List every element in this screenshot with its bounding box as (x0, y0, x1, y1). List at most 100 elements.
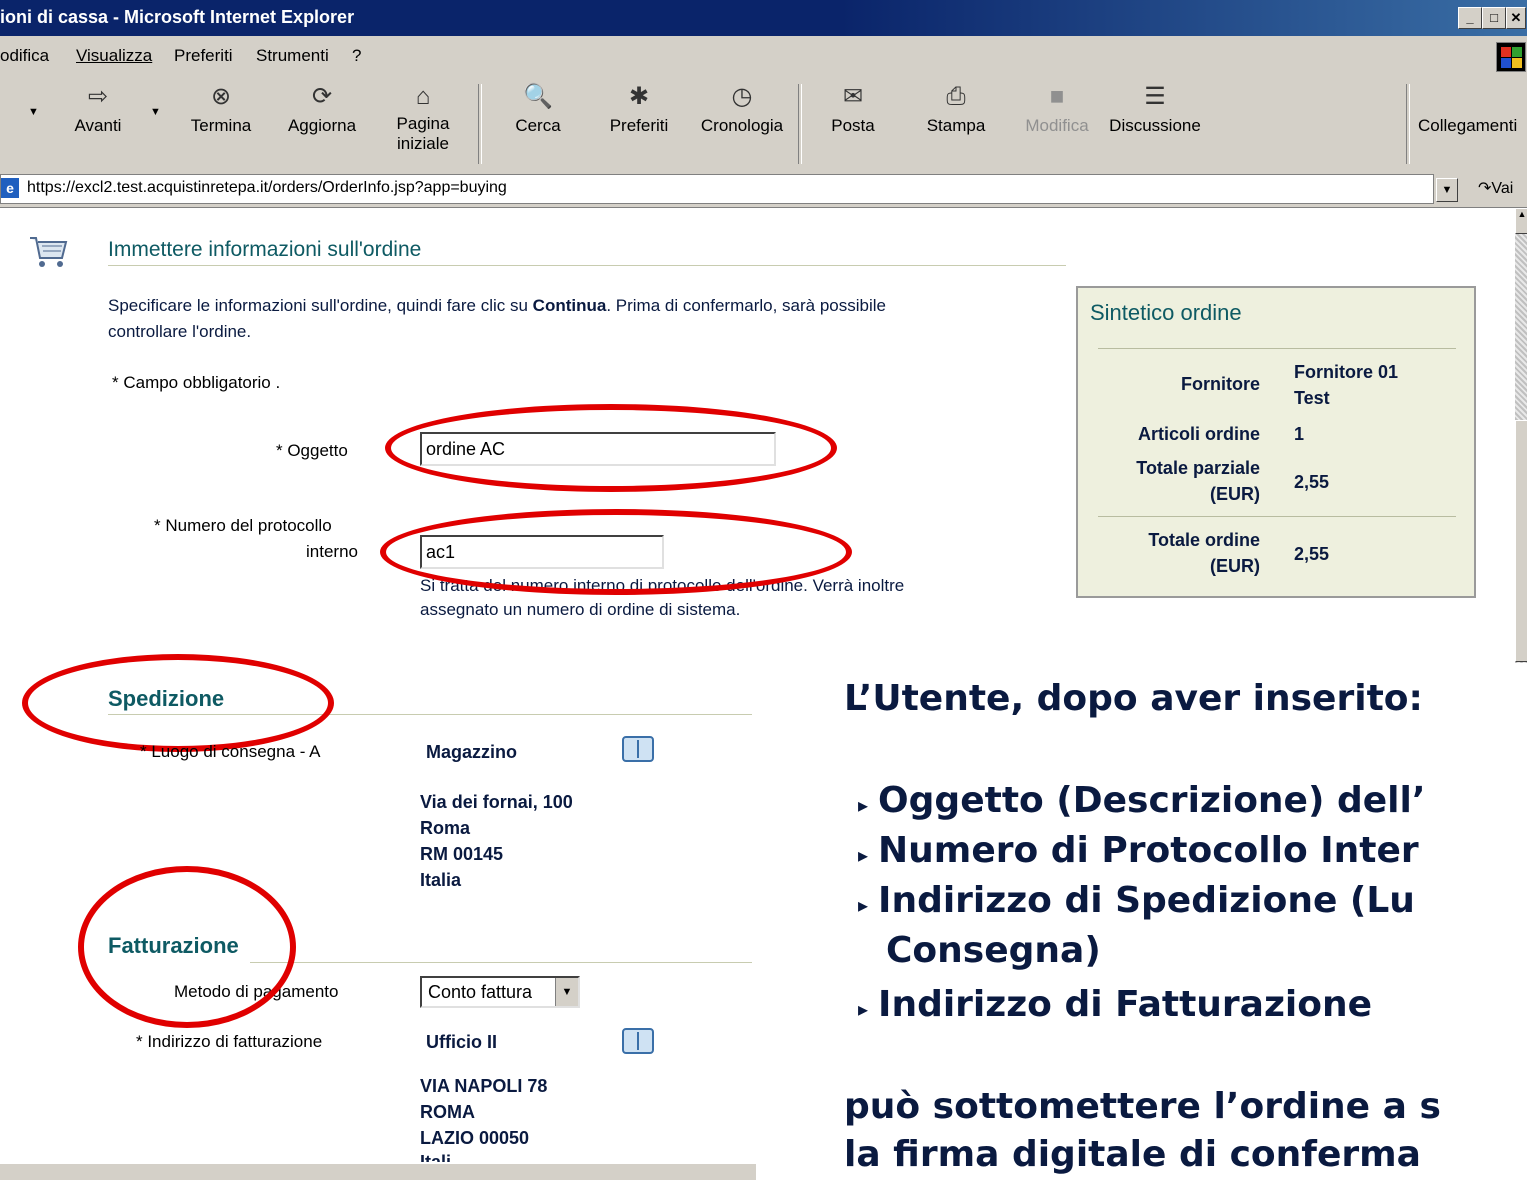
slide-outro-line1: può sottomettere l’ordine a s (844, 1086, 1441, 1127)
maximize-button[interactable]: □ (1482, 7, 1506, 29)
address-book-icon[interactable] (622, 1028, 654, 1054)
menu-modifica[interactable]: odifica (0, 46, 49, 66)
address-book-icon[interactable] (622, 736, 654, 762)
luogo-addr-line2: Roma (420, 818, 471, 838)
slide-bullet-4: ▸ Indirizzo di Fatturazione (858, 984, 1372, 1025)
fornitore-label: Fornitore (1181, 374, 1260, 394)
required-note: * Campo obbligatorio . (112, 373, 281, 392)
triangle-bullet-icon: ▸ (858, 893, 869, 917)
slide-outro-line2: la firma digitale di conferma (844, 1134, 1421, 1175)
address-input[interactable]: e https://excl2.test.acquistinretepa.it/… (0, 174, 1434, 204)
go-button[interactable]: ↷Vai (1478, 178, 1513, 198)
search-button[interactable]: 🔍 Cerca (508, 82, 568, 136)
luogo-addr-line4: Italia (420, 870, 462, 890)
forward-button[interactable]: ⇨ Avanti (68, 82, 128, 136)
menu-strumenti[interactable]: Strumenti (256, 46, 329, 66)
toolbar-separator (798, 84, 802, 164)
metodo-select[interactable]: Conto fattura ▼ (420, 976, 580, 1008)
search-icon: 🔍 (523, 83, 553, 110)
slide-bullet-3: ▸ Indirizzo di Spedizione (Lu (858, 880, 1415, 921)
parziale-label-line1: Totale parziale (1136, 458, 1260, 478)
totale-label-line1: Totale ordine (1148, 530, 1260, 550)
print-label: Stampa (926, 116, 986, 135)
shopping-cart-icon (28, 232, 72, 272)
page-heading: Immettere informazioni sull'ordine (108, 238, 422, 261)
mail-button[interactable]: ✉ Posta (826, 82, 880, 136)
edit-icon: ■ (1049, 83, 1065, 110)
highlight-oggetto (385, 404, 837, 492)
edit-label: Modifica (1025, 116, 1089, 135)
fatt-addr-line1: VIA NAPOLI 78 (420, 1076, 548, 1096)
links-label[interactable]: Collegamenti (1418, 116, 1517, 136)
toolbar: ▼ ⇨ Avanti ▼ ⊗ Termina ⟳ Aggiorna ⌂ Pagi… (0, 76, 1527, 172)
menu-help[interactable]: ? (352, 46, 361, 66)
go-arrow-icon: ↷ (1478, 180, 1492, 197)
slide-bullet-3-text: Indirizzo di Spedizione (Lu (878, 880, 1415, 921)
mail-icon: ✉ (842, 83, 864, 110)
summary-divider-top (1098, 348, 1456, 349)
back-dropdown-icon[interactable]: ▼ (28, 106, 39, 118)
protocollo-label-line1: * Numero del protocollo (154, 516, 332, 535)
heading-divider (108, 265, 1066, 266)
fatt-addr-line3: LAZIO 00050 (420, 1128, 530, 1148)
edit-button[interactable]: ■ Modifica (1022, 82, 1092, 136)
protocollo-help-line2: assegnato un numero di ordine di sistema… (420, 600, 741, 619)
intro-continua: Continua (532, 296, 607, 315)
summary-title: Sintetico ordine (1090, 300, 1242, 325)
luogo-label: * Luogo di consegna - A (140, 742, 321, 761)
triangle-bullet-icon: ▸ (858, 793, 869, 817)
mail-label: Posta (831, 116, 875, 135)
address-dropdown-icon[interactable]: ▼ (1436, 178, 1458, 202)
favorites-icon: ✱ (628, 83, 650, 110)
articoli-label: Articoli ordine (1137, 424, 1260, 444)
fornitore-value-line1: Fornitore 01 (1294, 362, 1399, 382)
favorites-label: Preferiti (609, 116, 669, 135)
title-bar: ioni di cassa - Microsoft Internet Explo… (0, 0, 1527, 36)
discussion-button[interactable]: ☰ Discussione (1100, 82, 1210, 136)
stop-button[interactable]: ⊗ Termina (186, 82, 256, 136)
toolbar-separator (478, 84, 482, 164)
forward-arrow-icon: ⇨ (87, 83, 109, 110)
fornitore-value-line2: Test (1294, 388, 1330, 408)
history-button[interactable]: ◷ Cronologia (698, 82, 786, 136)
slide-bullet-2: ▸ Numero di Protocollo Inter (858, 830, 1419, 871)
intro-text-part2: . Prima di confermarlo, sarà possibile (606, 296, 886, 315)
home-button[interactable]: ⌂ Pagina iniziale (388, 82, 458, 154)
articoli-value: 1 (1294, 424, 1305, 444)
scrollbar-thumb[interactable] (1515, 420, 1527, 662)
slide-bullet-1-text: Oggetto (Descrizione) dell’ (878, 780, 1426, 821)
ie-page-icon: e (1, 178, 19, 198)
menu-bar: odifica Visualizza Preferiti Strumenti ? (0, 36, 1527, 77)
parziale-value: 2,55 (1294, 472, 1330, 492)
parziale-label-line2: (EUR) (1210, 484, 1260, 504)
scroll-up-icon[interactable]: ▲ (1515, 208, 1527, 234)
slide-intro: L’Utente, dopo aver inserito: (844, 678, 1423, 719)
protocollo-label-line2: interno (306, 542, 358, 561)
indirizzo-fatt-name: Ufficio II (426, 1032, 497, 1052)
triangle-bullet-icon: ▸ (858, 997, 869, 1021)
menu-visualizza[interactable]: Visualizza (76, 46, 152, 66)
slide-bullet-2-text: Numero di Protocollo Inter (878, 830, 1419, 871)
minimize-button[interactable]: _ (1458, 7, 1482, 29)
fatt-addr-line2: ROMA (420, 1102, 475, 1122)
intro-text: Specificare le informazioni sull'ordine,… (108, 296, 886, 316)
highlight-protocollo (380, 509, 852, 595)
close-button[interactable]: ✕ (1506, 7, 1526, 29)
toolbar-separator (1406, 84, 1410, 164)
forward-dropdown-icon[interactable]: ▼ (150, 106, 161, 118)
indirizzo-fatt-label: * Indirizzo di fatturazione (136, 1032, 323, 1051)
slide-bullet-4-text: Indirizzo di Fatturazione (878, 984, 1373, 1025)
luogo-addr-line1: Via dei fornai, 100 (420, 792, 573, 812)
favorites-button[interactable]: ✱ Preferiti (604, 82, 674, 136)
refresh-label: Aggiorna (287, 116, 357, 135)
totale-value: 2,55 (1294, 544, 1330, 564)
luogo-name: Magazzino (426, 742, 518, 762)
refresh-button[interactable]: ⟳ Aggiorna (284, 82, 360, 136)
home-icon: ⌂ (415, 83, 431, 110)
print-button[interactable]: ⎙ Stampa (922, 82, 990, 136)
oggetto-label: * Oggetto (276, 441, 348, 460)
menu-preferiti[interactable]: Preferiti (174, 46, 233, 66)
history-label: Cronologia (700, 116, 784, 135)
fatturazione-divider (250, 962, 752, 963)
chevron-down-icon[interactable]: ▼ (555, 978, 578, 1006)
